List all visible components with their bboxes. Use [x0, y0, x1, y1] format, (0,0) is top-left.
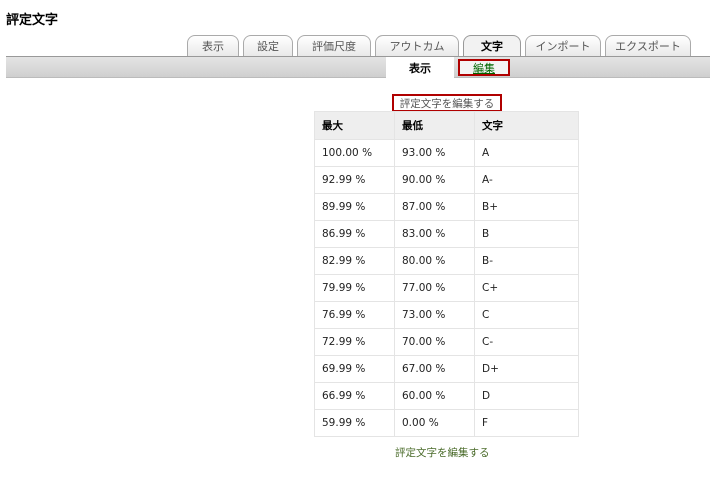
table-row: 79.99 % 77.00 % C+	[314, 274, 579, 302]
table-row: 82.99 % 80.00 % B-	[314, 247, 579, 275]
cell-max: 59.99 %	[314, 409, 395, 437]
cell-letter: B+	[474, 193, 579, 221]
page-title: 評定文字	[6, 13, 59, 28]
cell-min: 87.00 %	[394, 193, 475, 221]
cell-min: 93.00 %	[394, 139, 475, 167]
table-row: 66.99 % 60.00 % D	[314, 382, 579, 410]
cell-min: 77.00 %	[394, 274, 475, 302]
cell-max: 100.00 %	[314, 139, 395, 167]
cell-min: 83.00 %	[394, 220, 475, 248]
cell-max: 89.99 %	[314, 193, 395, 221]
cell-max: 79.99 %	[314, 274, 395, 302]
cell-max: 82.99 %	[314, 247, 395, 275]
table-row: 92.99 % 90.00 % A-	[314, 166, 579, 194]
cell-letter: A	[474, 139, 579, 167]
cell-min: 0.00 %	[394, 409, 475, 437]
cell-min: 80.00 %	[394, 247, 475, 275]
cell-max: 69.99 %	[314, 355, 395, 383]
cell-letter: D	[474, 382, 579, 410]
cell-min: 73.00 %	[394, 301, 475, 329]
edit-letters-link-top[interactable]: 評定文字を編集する	[392, 94, 502, 112]
table-header-row: 最大 最低 文字	[314, 111, 579, 140]
subtab-bar	[6, 57, 710, 78]
tab-letters[interactable]: 文字	[463, 35, 521, 56]
cell-letter: C+	[474, 274, 579, 302]
table-row: 100.00 % 93.00 % A	[314, 139, 579, 167]
table-row: 59.99 % 0.00 % F	[314, 409, 579, 437]
edit-letters-link-bottom[interactable]: 評定文字を編集する	[395, 445, 490, 460]
cell-max: 66.99 %	[314, 382, 395, 410]
cell-letter: D+	[474, 355, 579, 383]
cell-letter: F	[474, 409, 579, 437]
cell-max: 92.99 %	[314, 166, 395, 194]
grade-letters-table: 最大 最低 文字 100.00 % 93.00 % A 92.99 % 90.0…	[314, 111, 579, 437]
header-min: 最低	[394, 111, 475, 140]
tab-export[interactable]: エクスポート	[605, 35, 691, 56]
cell-min: 70.00 %	[394, 328, 475, 356]
cell-letter: C	[474, 301, 579, 329]
header-letter: 文字	[474, 111, 579, 140]
table-row: 72.99 % 70.00 % C-	[314, 328, 579, 356]
table-row: 69.99 % 67.00 % D+	[314, 355, 579, 383]
tab-scales[interactable]: 評価尺度	[297, 35, 371, 56]
tab-bar: 表示 設定 評価尺度 アウトカム 文字 インポート エクスポート	[187, 34, 695, 56]
table-row: 89.99 % 87.00 % B+	[314, 193, 579, 221]
cell-max: 72.99 %	[314, 328, 395, 356]
cell-max: 76.99 %	[314, 301, 395, 329]
cell-max: 86.99 %	[314, 220, 395, 248]
table-row: 86.99 % 83.00 % B	[314, 220, 579, 248]
header-max: 最大	[314, 111, 395, 140]
tab-import[interactable]: インポート	[525, 35, 601, 56]
tab-outcomes[interactable]: アウトカム	[375, 35, 459, 56]
subtab-edit-link[interactable]: 編集	[458, 59, 510, 76]
cell-letter: B-	[474, 247, 579, 275]
cell-letter: C-	[474, 328, 579, 356]
table-row: 76.99 % 73.00 % C	[314, 301, 579, 329]
cell-min: 60.00 %	[394, 382, 475, 410]
cell-letter: A-	[474, 166, 579, 194]
cell-letter: B	[474, 220, 579, 248]
cell-min: 90.00 %	[394, 166, 475, 194]
subtab-view[interactable]: 表示	[386, 57, 454, 78]
tab-settings[interactable]: 設定	[243, 35, 293, 56]
cell-min: 67.00 %	[394, 355, 475, 383]
tab-view[interactable]: 表示	[187, 35, 239, 56]
